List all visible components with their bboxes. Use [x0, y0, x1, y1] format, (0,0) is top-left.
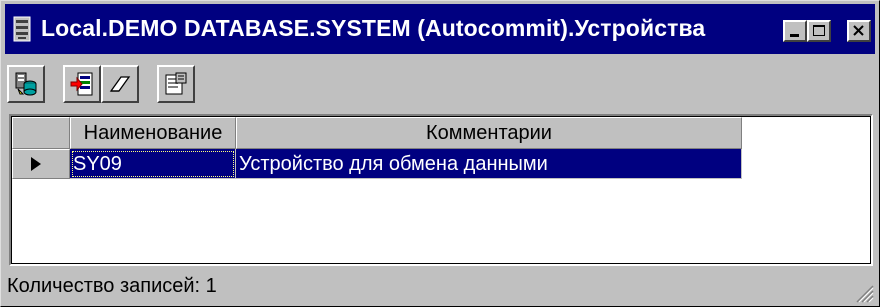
title-bar[interactable]: Local.DEMO DATABASE.SYSTEM (Autocommit).…: [5, 4, 875, 54]
minimize-button[interactable]: [783, 20, 807, 42]
current-row-arrow-icon: [31, 157, 41, 171]
column-header-comment[interactable]: Комментарии: [236, 117, 742, 149]
erase-button[interactable]: [101, 65, 139, 103]
close-icon: [853, 25, 864, 36]
insert-record-button[interactable]: [63, 65, 101, 103]
maximize-icon: [813, 25, 825, 36]
eraser-icon: [109, 76, 131, 92]
database-filter-button[interactable]: [7, 65, 45, 103]
database-icon: [13, 16, 31, 42]
properties-icon: [165, 72, 187, 95]
toolbar: [7, 63, 873, 109]
minimize-icon: [790, 34, 799, 37]
record-count-text: Количество записей: 1: [7, 275, 217, 297]
column-header-name[interactable]: Наименование: [70, 117, 236, 149]
maximize-button[interactable]: [807, 20, 831, 42]
status-bar: Количество записей: 1: [5, 271, 875, 304]
database-filter-icon: [15, 72, 37, 96]
database-table-window: Local.DEMO DATABASE.SYSTEM (Autocommit).…: [0, 0, 880, 307]
grid-corner-cell: [12, 117, 70, 149]
records-grid[interactable]: Наименование Комментарии SY09 Устройство…: [9, 114, 873, 266]
grid-cell-comment[interactable]: Устройство для обмена данными: [236, 149, 742, 179]
window-title: Local.DEMO DATABASE.SYSTEM (Autocommit).…: [41, 15, 706, 41]
properties-button[interactable]: [157, 65, 195, 103]
grid-cell-name[interactable]: SY09: [70, 149, 236, 179]
close-button[interactable]: [847, 20, 871, 42]
insert-record-icon: [70, 72, 93, 96]
row-indicator[interactable]: [12, 149, 70, 179]
resize-grip-icon[interactable]: [851, 280, 875, 304]
